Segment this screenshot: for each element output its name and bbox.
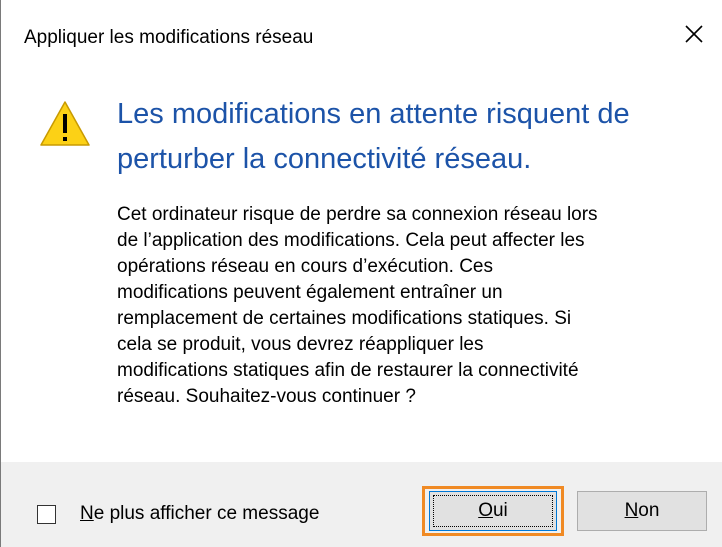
no-button[interactable]: Non xyxy=(577,491,707,531)
dialog-window: Appliquer les modifications réseau Les m… xyxy=(0,0,722,547)
message-line: opérations réseau en cours d’exécution. … xyxy=(117,256,494,277)
close-icon xyxy=(685,25,703,43)
warning-icon xyxy=(40,101,90,146)
focus-rect: Oui xyxy=(433,495,553,527)
dialog-message: Cet ordinateur risque de perdre sa conne… xyxy=(117,202,707,410)
yes-button[interactable]: Oui xyxy=(429,491,557,531)
button-label: on xyxy=(638,500,660,521)
dont-show-again-checkbox[interactable]: Ne plus afficher ce message xyxy=(37,503,319,525)
mnemonic-letter: O xyxy=(478,500,493,521)
heading-line: Les modifications en attente risquent de xyxy=(117,98,630,130)
message-line: modifications statiques afin de restaure… xyxy=(117,360,579,381)
dialog-title: Appliquer les modifications réseau xyxy=(24,27,314,48)
message-line: remplacement de certaines modifications … xyxy=(117,308,572,329)
message-line: réseau. Souhaitez-vous continuer ? xyxy=(117,386,416,407)
message-line: modifications peuvent également entraîne… xyxy=(117,282,503,303)
dialog-heading: Les modifications en attente risquent de… xyxy=(117,92,697,182)
label-text: e plus afficher ce message xyxy=(93,503,320,524)
close-button[interactable] xyxy=(674,14,714,54)
mnemonic-letter: N xyxy=(624,500,639,521)
message-line: de l’application des modifications. Cela… xyxy=(117,230,585,251)
button-label: ui xyxy=(492,500,508,521)
message-line: Cet ordinateur risque de perdre sa conne… xyxy=(117,204,598,225)
message-line: cela se produit, vous devrez réappliquer… xyxy=(117,334,484,355)
heading-line: perturber la connectivité réseau. xyxy=(117,143,532,175)
checkbox-label[interactable]: Ne plus afficher ce message xyxy=(80,503,319,525)
mnemonic-letter: N xyxy=(80,503,94,524)
checkbox-box[interactable] xyxy=(37,504,56,524)
